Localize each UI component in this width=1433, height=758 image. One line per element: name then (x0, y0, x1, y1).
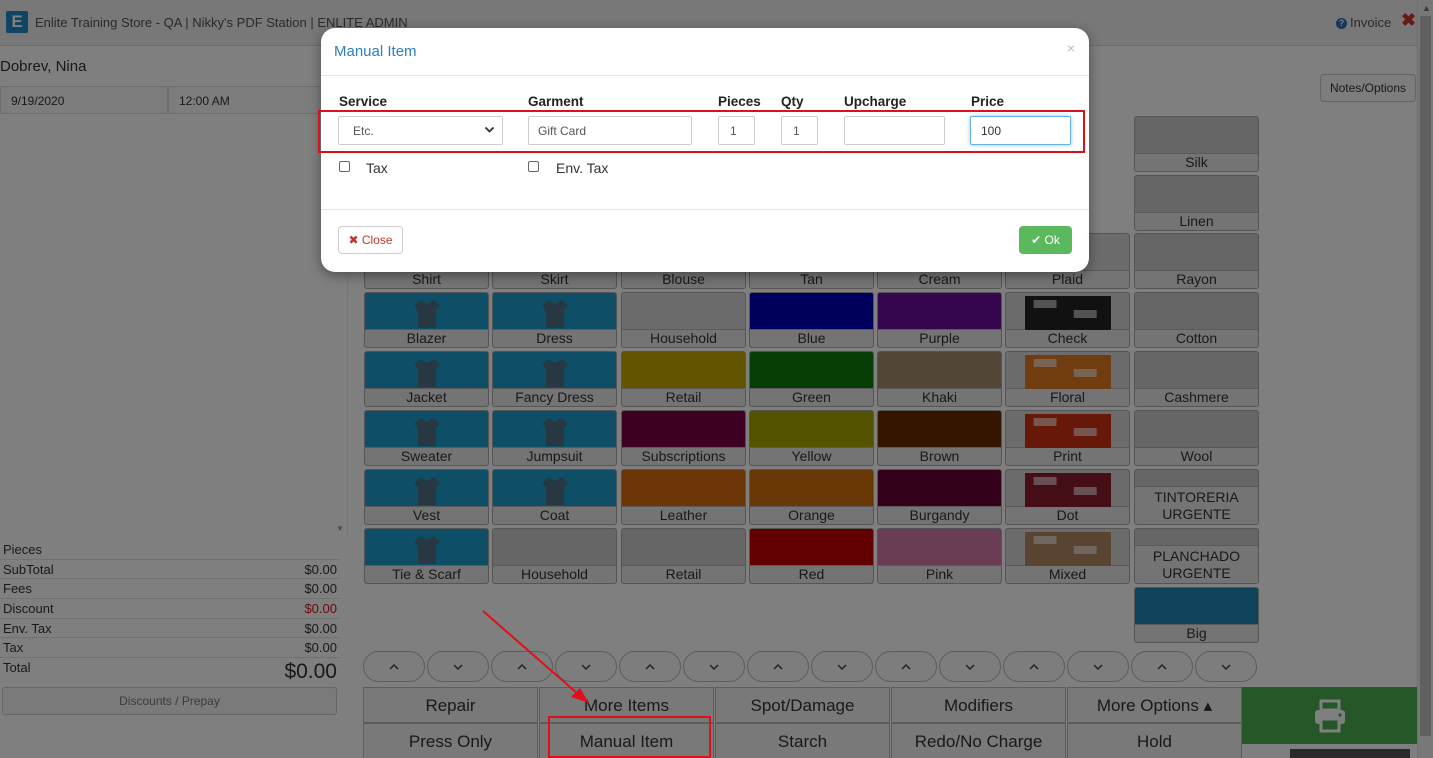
service-header: Service (339, 94, 388, 109)
annotation-highlight-box (548, 716, 711, 758)
garment-header: Garment (528, 94, 584, 109)
dialog-close-icon[interactable]: × (1067, 40, 1075, 56)
divider (321, 209, 1089, 210)
env-tax-label: Env. Tax (556, 160, 609, 176)
env-tax-checkbox[interactable] (528, 161, 539, 172)
close-button[interactable]: ✖ Close (338, 226, 403, 254)
dialog-title: Manual Item (334, 43, 417, 60)
price-header: Price (971, 94, 1005, 109)
page: E Enlite Training Store - QA | Nikky's P… (0, 0, 1433, 758)
pieces-header: Pieces (718, 94, 761, 109)
divider (321, 75, 1089, 76)
ok-button[interactable]: ✔ Ok (1019, 226, 1072, 254)
tax-checkbox[interactable] (339, 161, 350, 172)
upcharge-header: Upcharge (844, 94, 907, 109)
qty-header: Qty (781, 94, 804, 109)
tax-label: Tax (366, 160, 388, 176)
annotation-highlight-box (318, 110, 1085, 153)
manual-item-dialog: Manual Item × Service Garment Pieces Qty… (318, 28, 1089, 272)
